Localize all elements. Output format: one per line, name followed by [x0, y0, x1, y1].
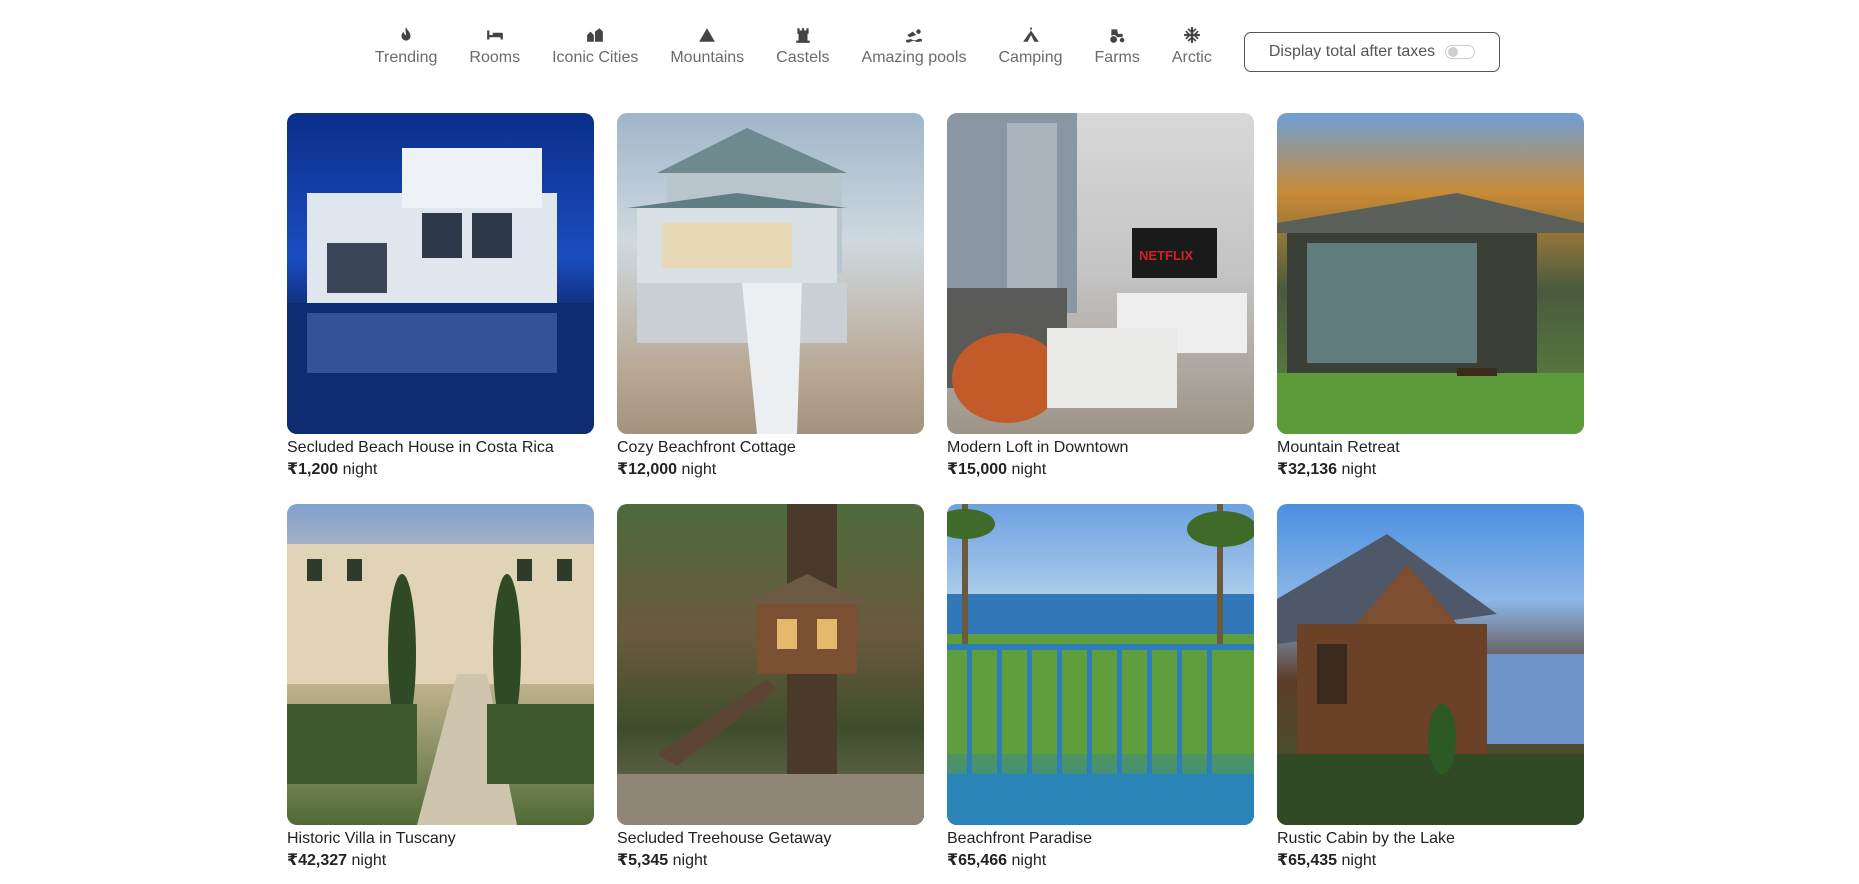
filter-arctic[interactable]: Arctic — [1172, 24, 1212, 67]
filter-label: Farms — [1094, 49, 1140, 66]
filter-label: Arctic — [1171, 49, 1212, 66]
listing-photo[interactable] — [617, 504, 924, 825]
listing-price-line: ₹15,000 night — [947, 459, 1254, 481]
tax-toggle-label: Display total after taxes — [1268, 43, 1436, 60]
filter-mountains[interactable]: Mountains — [670, 24, 744, 67]
filter-farms[interactable]: Farms — [1095, 24, 1140, 67]
category-filter-bar: Trending Rooms Iconic Cities Mountains C… — [0, 24, 1859, 72]
listing-title: Modern Loft in Downtown — [947, 439, 1129, 456]
filter-label: Iconic Cities — [552, 49, 639, 66]
listing-card[interactable]: Beachfront Paradise ₹65,466 night — [947, 504, 1254, 872]
listing-price-unit: night — [342, 461, 378, 478]
toggle-switch[interactable] — [1445, 45, 1476, 59]
listing-card[interactable]: Rustic Cabin by the Lake ₹65,435 night — [1277, 504, 1584, 872]
listing-price: ₹65,466 — [947, 852, 1008, 869]
filter-iconic-cities[interactable]: Iconic Cities — [552, 24, 638, 67]
listing-price: ₹5,345 — [617, 852, 669, 869]
castle-icon — [792, 24, 814, 46]
listing-price-unit: night — [672, 852, 708, 869]
listing-price-line: ₹65,435 night — [1277, 850, 1584, 872]
filter-rooms[interactable]: Rooms — [469, 24, 520, 67]
filter-label: Mountains — [670, 49, 745, 66]
listing-price-unit: night — [1011, 852, 1047, 869]
listing-card[interactable]: Cozy Beachfront Cottage ₹12,000 night — [617, 113, 924, 481]
listing-photo[interactable] — [947, 504, 1254, 825]
listing-title: Beachfront Paradise — [947, 830, 1092, 847]
snowflake-icon — [1181, 24, 1203, 46]
tv-text: NETFLIX — [1139, 248, 1193, 263]
listing-title: Secluded Treehouse Getaway — [617, 830, 832, 847]
listing-title: Rustic Cabin by the Lake — [1277, 830, 1455, 847]
display-total-after-taxes-toggle[interactable]: Display total after taxes — [1243, 32, 1501, 72]
listing-price-line: ₹32,136 night — [1277, 459, 1584, 481]
filter-trending[interactable]: Trending — [374, 24, 438, 67]
tractor-icon — [1106, 24, 1128, 46]
listing-price-line: ₹65,466 night — [947, 850, 1254, 872]
toggle-knob — [1448, 47, 1459, 57]
listing-photo[interactable] — [1277, 504, 1584, 825]
listing-card[interactable]: Mountain Retreat ₹32,136 night — [1277, 113, 1584, 481]
filter-camping[interactable]: Camping — [998, 24, 1063, 67]
listing-price-line: ₹42,327 night — [287, 850, 594, 872]
listing-card[interactable]: Secluded Beach House in Costa Rica ₹1,20… — [287, 113, 594, 481]
listing-price-unit: night — [1341, 852, 1377, 869]
filter-label: Amazing pools — [861, 49, 967, 66]
listing-photo[interactable] — [287, 504, 594, 825]
listing-price-unit: night — [351, 852, 387, 869]
listing-price-line: ₹12,000 night — [617, 459, 924, 481]
city-icon — [584, 24, 606, 46]
listing-price: ₹1,200 — [287, 461, 339, 478]
filter-amazing-pools[interactable]: Amazing pools — [861, 24, 967, 67]
listing-price: ₹15,000 — [947, 461, 1008, 478]
listing-title: Historic Villa in Tuscany — [287, 830, 456, 847]
listings-grid: Secluded Beach House in Costa Rica ₹1,20… — [287, 113, 1584, 872]
bed-icon — [484, 24, 506, 46]
listing-photo[interactable] — [1277, 113, 1584, 434]
listing-price-unit: night — [1011, 461, 1047, 478]
listing-title: Mountain Retreat — [1277, 439, 1400, 456]
filter-label: Camping — [998, 49, 1063, 66]
tent-icon — [1020, 24, 1042, 46]
filter-label: Trending — [374, 49, 438, 66]
listing-price-line: ₹5,345 night — [617, 850, 924, 872]
listing-title: Secluded Beach House in Costa Rica — [287, 439, 554, 456]
listing-photo[interactable] — [617, 113, 924, 434]
listing-photo[interactable]: NETFLIX — [947, 113, 1254, 434]
listing-card[interactable]: Historic Villa in Tuscany ₹42,327 night — [287, 504, 594, 872]
fire-icon — [395, 24, 417, 46]
listing-price-unit: night — [1341, 461, 1377, 478]
filter-castels[interactable]: Castels — [776, 24, 830, 67]
filter-label: Castels — [776, 49, 830, 66]
listing-price: ₹32,136 — [1277, 461, 1338, 478]
listing-price-unit: night — [681, 461, 717, 478]
filter-label: Rooms — [469, 49, 521, 66]
listing-price: ₹42,327 — [287, 852, 348, 869]
mountain-icon — [696, 24, 718, 46]
listing-card[interactable]: Secluded Treehouse Getaway ₹5,345 night — [617, 504, 924, 872]
listing-photo[interactable] — [287, 113, 594, 434]
listing-price: ₹12,000 — [617, 461, 678, 478]
swimmer-icon — [903, 24, 925, 46]
listing-price: ₹65,435 — [1277, 852, 1338, 869]
listing-title: Cozy Beachfront Cottage — [617, 439, 796, 456]
listing-price-line: ₹1,200 night — [287, 459, 594, 481]
listing-card[interactable]: NETFLIX Modern Loft in Downtown ₹15,000 … — [947, 113, 1254, 481]
